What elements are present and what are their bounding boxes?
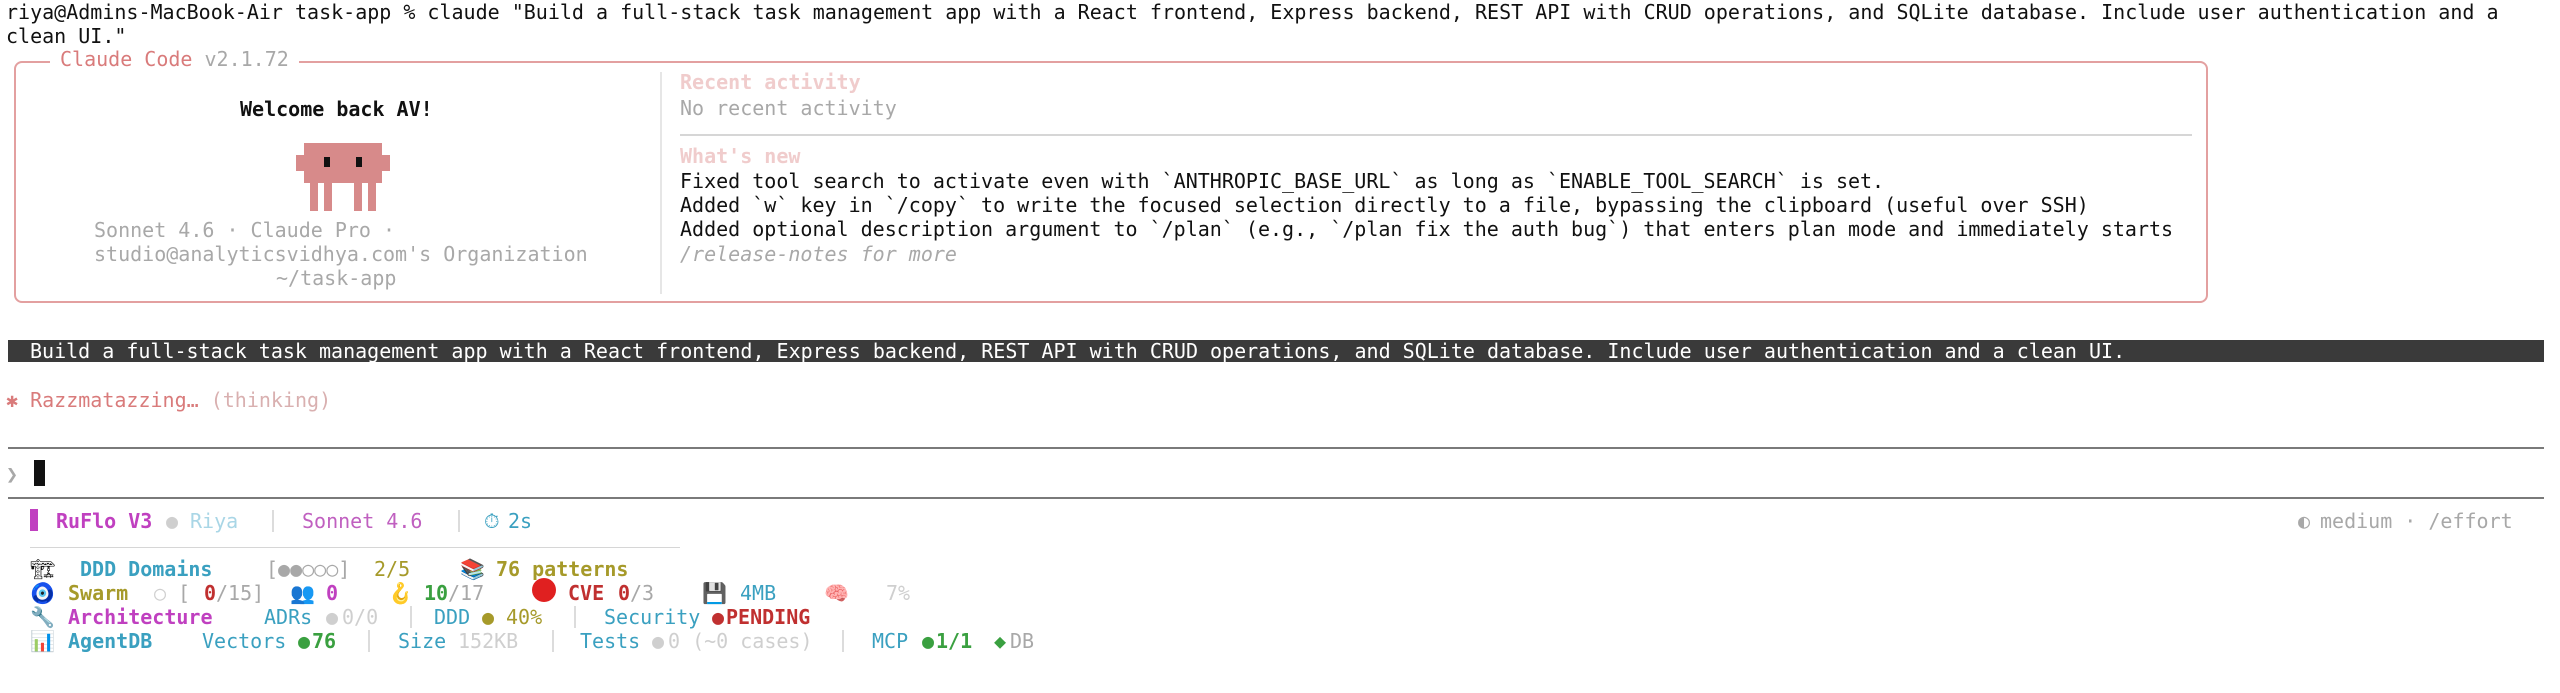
- tests-label: Tests: [580, 629, 641, 653]
- wrench-icon: 🔧: [30, 605, 55, 629]
- claude-code-title: Claude Code v2.1.72: [50, 47, 299, 71]
- app-version: v2.1.72: [204, 47, 289, 71]
- people-icon: 👥: [290, 581, 315, 605]
- input-caret-icon: ❯: [6, 462, 19, 486]
- ddd-pct-label: DDD: [434, 605, 471, 629]
- brand-name: RuFlo V3: [56, 509, 153, 533]
- claude-mascot-icon: [296, 143, 390, 211]
- recent-activity-text: No recent activity: [680, 96, 897, 120]
- spinner-icon: ✱: [6, 388, 19, 412]
- section-divider: [680, 134, 2192, 136]
- swarm-people-value: 0: [326, 581, 339, 605]
- effort-level[interactable]: medium · /effort: [2320, 509, 2513, 533]
- adrs-dot-icon: ●: [326, 605, 339, 629]
- status-word: Razzmatazzing…: [30, 388, 199, 412]
- timer-icon: ⏱: [484, 509, 500, 533]
- model-plan: Sonnet 4.6 · Claude Pro ·: [94, 218, 396, 242]
- input-top-border: [8, 447, 2544, 449]
- user-name: Riya: [190, 509, 239, 533]
- release-notes-link[interactable]: /release-notes for more: [680, 242, 957, 266]
- effort-icon: ◐: [2298, 509, 2311, 533]
- panel-divider: [660, 72, 662, 294]
- swarm-status-icon: ○: [154, 581, 167, 605]
- app-name: Claude Code: [60, 47, 193, 71]
- welcome-message: Welcome back AV!: [240, 97, 433, 121]
- vectors-value: 76: [312, 629, 337, 653]
- ddd-count: 2/5: [374, 557, 411, 581]
- vectors-label: Vectors: [202, 629, 287, 653]
- status-separator: [552, 630, 554, 652]
- architecture-label: Architecture: [68, 605, 213, 629]
- mcp-dot-icon: ●: [922, 629, 935, 653]
- floppy-disk-icon: 💾: [702, 581, 727, 605]
- whats-new-item: Added optional description argument to `…: [680, 217, 2174, 241]
- bar-chart-icon: 📊: [30, 629, 55, 653]
- ddd-dot-icon: ●: [482, 605, 495, 629]
- cve-total: /3: [630, 581, 655, 605]
- timer-value: 2s: [508, 509, 533, 533]
- status-separator: [458, 510, 460, 532]
- status-separator: [368, 630, 370, 652]
- books-icon: 📚: [460, 557, 485, 581]
- statusline-divider: [30, 547, 680, 548]
- adrs-value: 0/0: [342, 605, 379, 629]
- swarm-icon: 🧿: [30, 581, 55, 605]
- db-diamond-icon: ◆: [994, 629, 1007, 653]
- security-status: PENDING: [726, 605, 811, 629]
- whats-new-heading: What's new: [680, 144, 801, 168]
- tests-value: 0 (~0 cases): [668, 629, 813, 653]
- submitted-prompt-text: Build a full-stack task management app w…: [30, 339, 2126, 363]
- swarm-agents-open: [: [178, 581, 191, 605]
- whats-new-item: Added `w` key in `/copy` to write the fo…: [680, 193, 2089, 217]
- model-name: Sonnet 4.6: [302, 509, 423, 533]
- cve-value: 0: [618, 581, 631, 605]
- memory-value: 4MB: [740, 581, 777, 605]
- hooks-total: /17: [448, 581, 485, 605]
- size-value: 152KB: [458, 629, 519, 653]
- vectors-dot-icon: ●: [298, 629, 311, 653]
- hooks-value: 10: [424, 581, 449, 605]
- swarm-label: Swarm: [68, 581, 129, 605]
- shell-command-line-wrap: clean UI.": [6, 24, 127, 48]
- ddd-progress-dots: [●●○○○]: [266, 557, 351, 581]
- thinking-status: ✱ Razzmatazzing… (thinking): [6, 388, 331, 412]
- mcp-label: MCP: [872, 629, 909, 653]
- brain-icon: 🧠: [824, 581, 849, 605]
- size-label: Size: [398, 629, 447, 653]
- ddd-percent: 40%: [506, 605, 543, 629]
- security-dot-icon: ●: [712, 605, 725, 629]
- organization: studio@analyticsvidhya.com's Organizatio…: [94, 242, 588, 266]
- agentdb-label: AgentDB: [68, 629, 153, 653]
- whats-new-item: Fixed tool search to activate even with …: [680, 169, 1885, 193]
- cve-alert-icon: [532, 578, 556, 602]
- status-separator: [410, 606, 412, 628]
- patterns-count: 76 patterns: [496, 557, 629, 581]
- status-separator: [272, 510, 274, 532]
- hook-icon: 🪝: [388, 581, 413, 605]
- ddd-domains-label: DDD Domains: [80, 557, 213, 581]
- mcp-value: 1/1: [936, 629, 973, 653]
- swarm-agents-value: 0: [204, 581, 217, 605]
- status-separator: [842, 630, 844, 652]
- user-dot-icon: ●: [166, 509, 179, 533]
- status-detail: (thinking): [210, 388, 332, 412]
- cve-label: CVE: [568, 581, 605, 605]
- security-label: Security: [604, 605, 701, 629]
- db-label: DB: [1010, 629, 1035, 653]
- recent-activity-heading: Recent activity: [680, 70, 861, 94]
- swarm-agents-total: /15]: [216, 581, 265, 605]
- brand-bar-icon: [30, 509, 38, 531]
- submitted-prompt: Build a full-stack task management app w…: [8, 339, 2544, 363]
- shell-command-line: riya@Admins-MacBook-Air task-app % claud…: [6, 0, 2499, 24]
- crane-icon: 🏗: [30, 557, 56, 581]
- tests-dot-icon: ●: [652, 629, 665, 653]
- input-bottom-border: [8, 497, 2544, 499]
- memory-percent: 7%: [886, 581, 911, 605]
- adrs-label: ADRs: [264, 605, 313, 629]
- status-separator: [574, 606, 576, 628]
- working-directory: ~/task-app: [276, 266, 397, 290]
